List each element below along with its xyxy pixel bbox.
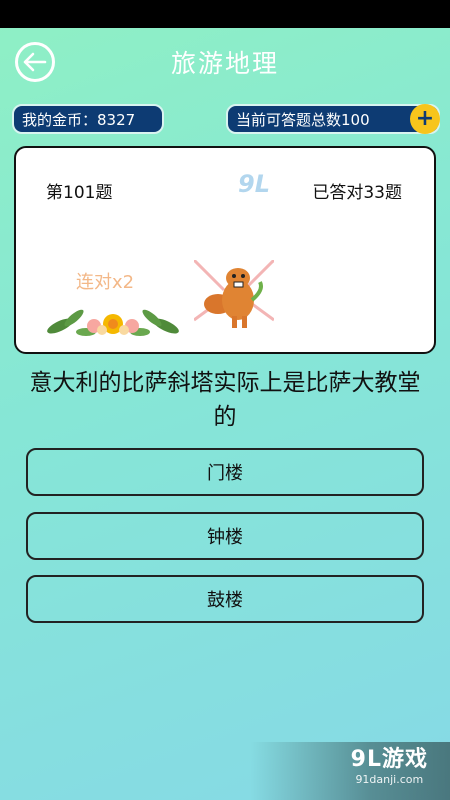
coins-badge: 我的金币：8327 (12, 104, 164, 134)
brand-name: 9L游戏 (350, 747, 428, 772)
streak-label: 连对x2 (76, 272, 135, 293)
flower-wreath-icon (47, 309, 179, 336)
status-bar (0, 0, 450, 28)
brand-watermark: 9L游戏 91danji.com (351, 741, 428, 786)
answer-option-1[interactable]: 门楼 (26, 448, 424, 496)
header: 旅游地理 (0, 28, 450, 94)
total-questions-label: 当前可答题总数100 (236, 110, 370, 129)
question-text: 意大利的比萨斜塔实际上是比萨大教堂的 (29, 370, 421, 430)
option-label: 门楼 (207, 463, 243, 484)
question-number: 第101题 (46, 183, 113, 203)
brand-url: 91danji.com (355, 773, 424, 786)
add-questions-button[interactable]: + (410, 104, 440, 134)
page-title: 旅游地理 (170, 49, 279, 78)
answer-option-3[interactable]: 鼓楼 (26, 575, 424, 623)
answered-count: 已答对33题 (312, 183, 402, 203)
option-label: 鼓楼 (207, 590, 243, 611)
coins-label: 我的金币：8327 (22, 110, 136, 129)
total-questions-badge: 当前可答题总数100 + (226, 104, 440, 134)
mascot-icon (194, 260, 274, 328)
answer-option-2[interactable]: 钟楼 (26, 512, 424, 560)
option-label: 钟楼 (207, 527, 243, 548)
question-card: 第101题 9L 已答对33题 连对x2 (14, 146, 436, 354)
watermark-logo: 9L (238, 170, 270, 198)
